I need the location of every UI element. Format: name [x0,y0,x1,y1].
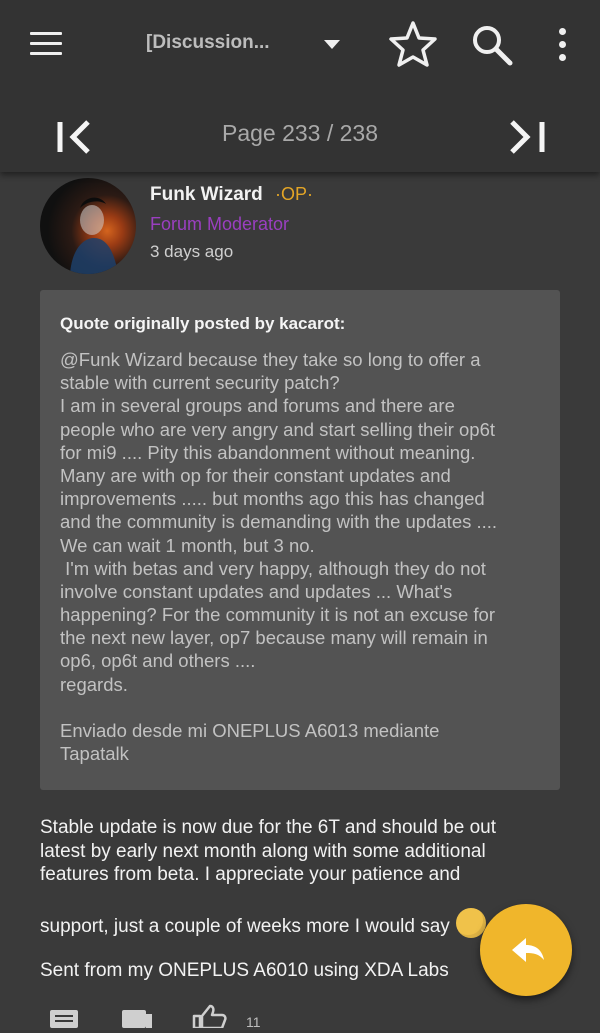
search-icon[interactable] [468,22,516,68]
quote-header: Quote originally posted by kacarot: [60,314,346,333]
quote-block: Quote originally posted by kacarot: @Fun… [40,290,560,790]
quote-line: stable with current security patch? [60,372,340,394]
quote-text: @Funk Wizard because they take so long t… [60,348,550,765]
thumbs-up-icon[interactable] [190,1004,228,1033]
quote-line: for mi9 .... Pity this abandonment witho… [60,441,476,463]
author-name[interactable]: Funk Wizard [150,184,263,206]
quote-line: op6, op6t and others .... [60,650,256,672]
menu-icon[interactable] [30,30,64,58]
post-body-line: Stable update is now due for the 6T and … [40,817,496,838]
quote-signature-line: Enviado desde mi ONEPLUS A6013 mediante [60,720,440,741]
avatar[interactable] [40,178,136,274]
quote-line: improvements ..... but months ago this h… [60,488,485,510]
op-badge: ·OP· [275,184,313,204]
quote-line: I am in several groups and forums and th… [60,395,455,417]
star-icon[interactable] [388,20,438,68]
quote-line: and the community is demanding with the … [60,511,498,533]
reply-icon [512,938,544,962]
quote-line: We can wait 1 month, but 3 no. [60,534,315,556]
more-vert-icon[interactable] [550,28,576,62]
quote-line: Many are with op for their constant upda… [60,464,451,486]
like-count: 11 [246,1014,261,1030]
quote-line: the next new layer, op7 because many wil… [60,627,488,649]
quote-spacer [60,696,550,719]
post: Funk Wizard ·OP· Forum Moderator 3 days … [0,172,600,1030]
author-title: Forum Moderator [150,214,290,234]
comment-icon[interactable] [48,1004,80,1033]
quote-line: @Funk Wizard because they take so long t… [60,349,481,370]
last-page-icon[interactable] [504,116,550,158]
quote-signature-line: Tapatalk [60,743,129,765]
post-body-line: latest by early next month along with so… [40,840,486,862]
post-body-line: features from beta. I appreciate your pa… [40,864,461,885]
chevron-down-icon[interactable] [324,40,340,49]
reply-button[interactable] [480,904,572,996]
page-indicator[interactable]: Page 233 / 238 [180,120,420,147]
post-timestamp: 3 days ago [150,242,234,261]
top-app-bar: [Discussion... Page 233 / 238 [0,0,600,172]
quote-line: people who are very angry and start sell… [60,418,496,440]
post-body-text: support, just a couple of weeks more I w… [40,915,450,937]
thread-title[interactable]: [Discussion... [146,32,306,54]
quote-line: happening? For the community it is not a… [60,604,495,626]
forum-icon[interactable] [120,1004,154,1033]
quote-line: I'm with betas and very happy, although … [60,557,486,579]
first-page-icon[interactable] [54,116,100,158]
quote-line: regards. [60,673,128,695]
quote-line: involve constant updates and updates ...… [60,580,453,602]
